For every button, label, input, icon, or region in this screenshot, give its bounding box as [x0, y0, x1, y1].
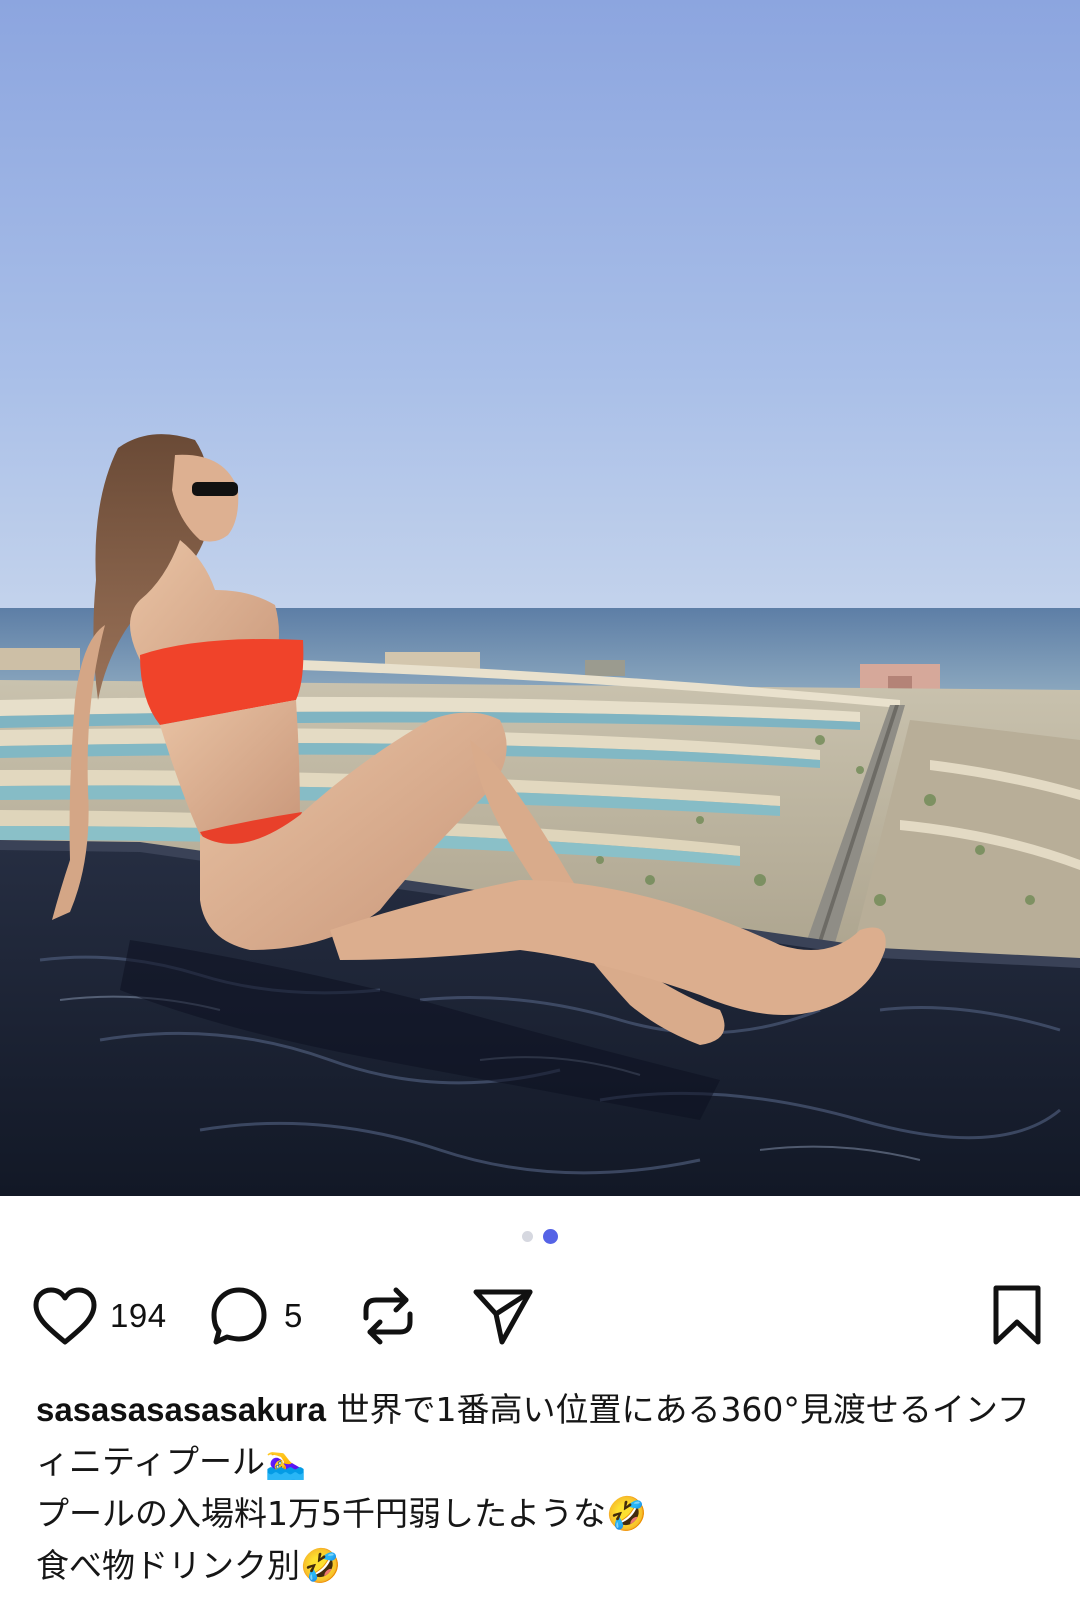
- caption-username[interactable]: sasasasasasakura: [36, 1391, 326, 1428]
- post-action-bar: 194 5: [32, 1280, 1048, 1352]
- infinity-pool-photo: [0, 0, 1080, 1196]
- share-button[interactable]: [470, 1280, 536, 1352]
- comment-button[interactable]: 5: [208, 1280, 303, 1352]
- bookmark-button[interactable]: [990, 1280, 1044, 1352]
- repost-button[interactable]: [358, 1280, 418, 1352]
- carousel-dot-2-active: [543, 1228, 558, 1244]
- post-caption: sasasasasasakura 世界で1番高い位置にある360°見渡せるインフ…: [36, 1384, 1046, 1592]
- heart-icon: [32, 1286, 98, 1346]
- like-count: 194: [110, 1297, 167, 1334]
- repost-arrows-icon: [358, 1284, 418, 1348]
- carousel-indicator: [0, 1228, 1080, 1244]
- send-paper-plane-icon: [470, 1284, 536, 1348]
- like-button[interactable]: 194: [32, 1280, 167, 1352]
- comment-count: 5: [284, 1297, 303, 1334]
- comment-bubble-icon: [208, 1284, 272, 1348]
- carousel-dot-1: [522, 1230, 533, 1242]
- bookmark-icon: [990, 1284, 1044, 1348]
- post-photo[interactable]: [0, 0, 1080, 1196]
